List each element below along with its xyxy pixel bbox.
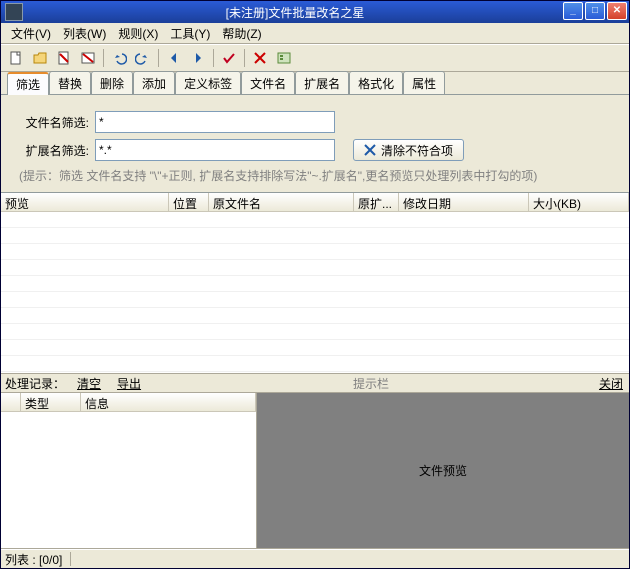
menu-file[interactable]: 文件(V)	[5, 23, 57, 44]
file-list-header: 预览 位置 原文件名 原扩... 修改日期 大小(KB)	[1, 193, 629, 212]
app-window: [未注册]文件批量改名之星 _ □ ✕ 文件(V) 列表(W) 规则(X) 工具…	[0, 0, 630, 569]
preview-pane: 文件预览	[257, 393, 629, 548]
toolbar-separator	[103, 49, 104, 67]
filter-panel: 文件名筛选: 扩展名筛选: 清除不符合项 (提示：筛选 文件名支持 "\"+正则…	[1, 95, 629, 193]
title-bar: [未注册]文件批量改名之星 _ □ ✕	[1, 1, 629, 23]
col-mod-date[interactable]: 修改日期	[399, 193, 529, 211]
add-folder-icon[interactable]	[29, 47, 51, 69]
menu-tools[interactable]: 工具(Y)	[164, 23, 216, 44]
toolbar-separator	[244, 49, 245, 67]
toolbar-separator	[158, 49, 159, 67]
options-tabs: 筛选 替换 删除 添加 定义标签 文件名 扩展名 格式化 属性	[1, 72, 629, 95]
tab-format[interactable]: 格式化	[349, 71, 403, 94]
remove-item-icon[interactable]	[53, 47, 75, 69]
close-panel-link[interactable]: 关闭	[593, 375, 629, 392]
tab-attribute[interactable]: 属性	[403, 71, 445, 94]
preview-label: 文件预览	[419, 462, 467, 479]
tab-delete[interactable]: 删除	[91, 71, 133, 94]
menu-rules[interactable]: 规则(X)	[112, 23, 164, 44]
log-pane: 类型 信息	[1, 393, 257, 548]
prev-icon[interactable]	[163, 47, 185, 69]
tab-extension[interactable]: 扩展名	[295, 71, 349, 94]
filter-hint: (提示：筛选 文件名支持 "\"+正则, 扩展名支持排除写法"~.扩展名",更名…	[19, 167, 611, 184]
menu-help[interactable]: 帮助(Z)	[216, 23, 267, 44]
log-header: 类型 信息	[1, 393, 256, 412]
menu-list[interactable]: 列表(W)	[57, 23, 112, 44]
log-col-check[interactable]	[1, 393, 21, 411]
close-window-button[interactable]: ✕	[607, 2, 627, 20]
tab-add[interactable]: 添加	[133, 71, 175, 94]
status-bar: 列表 : [0/0]	[1, 549, 629, 568]
menu-bar: 文件(V) 列表(W) 规则(X) 工具(Y) 帮助(Z)	[1, 23, 629, 44]
col-size[interactable]: 大小(KB)	[529, 193, 629, 211]
app-icon	[5, 3, 23, 21]
delete-icon[interactable]	[249, 47, 271, 69]
toolbar	[1, 44, 629, 72]
status-list-count: 列表 : [0/0]	[5, 551, 62, 568]
clear-log-link[interactable]: 清空	[69, 375, 109, 392]
tab-replace[interactable]: 替换	[49, 71, 91, 94]
next-icon[interactable]	[187, 47, 209, 69]
add-file-icon[interactable]	[5, 47, 27, 69]
extension-filter-label: 扩展名筛选:	[19, 142, 89, 159]
log-col-info[interactable]: 信息	[81, 393, 256, 411]
clear-mismatch-button[interactable]: 清除不符合项	[353, 139, 464, 161]
redo-icon[interactable]	[132, 47, 154, 69]
col-preview[interactable]: 预览	[1, 193, 169, 211]
processing-label: 处理记录：	[1, 375, 69, 392]
undo-icon[interactable]	[108, 47, 130, 69]
tab-filter[interactable]: 筛选	[7, 72, 49, 95]
status-separator	[70, 552, 71, 566]
extension-filter-input[interactable]	[95, 139, 335, 161]
minimize-button[interactable]: _	[563, 2, 583, 20]
apply-icon[interactable]	[218, 47, 240, 69]
col-orig-ext[interactable]: 原扩...	[354, 193, 399, 211]
tab-filename[interactable]: 文件名	[241, 71, 295, 94]
clear-mismatch-label: 清除不符合项	[381, 142, 453, 159]
settings-icon[interactable]	[273, 47, 295, 69]
maximize-button[interactable]: □	[585, 2, 605, 20]
x-icon	[364, 144, 376, 156]
col-orig-name[interactable]: 原文件名	[209, 193, 354, 211]
bottom-panes: 类型 信息 文件预览	[1, 393, 629, 549]
col-position[interactable]: 位置	[169, 193, 209, 211]
filename-filter-input[interactable]	[95, 111, 335, 133]
log-body[interactable]	[1, 412, 256, 548]
tab-custom-tag[interactable]: 定义标签	[175, 71, 241, 94]
clear-list-icon[interactable]	[77, 47, 99, 69]
file-list-body[interactable]	[1, 212, 629, 373]
log-col-type[interactable]: 类型	[21, 393, 81, 411]
window-title: [未注册]文件批量改名之星	[27, 4, 563, 21]
toolbar-separator	[213, 49, 214, 67]
filename-filter-label: 文件名筛选:	[19, 114, 89, 131]
tips-label: 提示栏	[149, 375, 593, 392]
export-log-link[interactable]: 导出	[109, 375, 149, 392]
processing-strip: 处理记录： 清空 导出 提示栏 关闭	[1, 373, 629, 393]
